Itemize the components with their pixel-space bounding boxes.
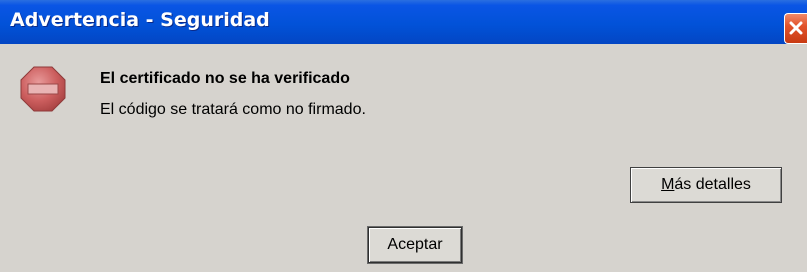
more-details-button[interactable]: Más detalles xyxy=(630,167,782,203)
window-title: Advertencia - Seguridad xyxy=(10,9,270,31)
dialog-message: El código se tratará como no firmado. xyxy=(100,101,366,118)
close-icon xyxy=(789,21,803,35)
title-bar[interactable]: Advertencia - Seguridad xyxy=(0,0,807,44)
details-label: ás detalles xyxy=(674,176,751,193)
dialog-body: El certificado no se ha verificado El có… xyxy=(0,44,807,272)
stop-icon xyxy=(20,66,66,112)
ok-button[interactable]: Aceptar xyxy=(368,227,462,263)
close-button[interactable] xyxy=(784,13,807,44)
details-mnemonic: M xyxy=(661,176,675,193)
dialog-heading: El certificado no se ha verificado xyxy=(100,70,350,87)
